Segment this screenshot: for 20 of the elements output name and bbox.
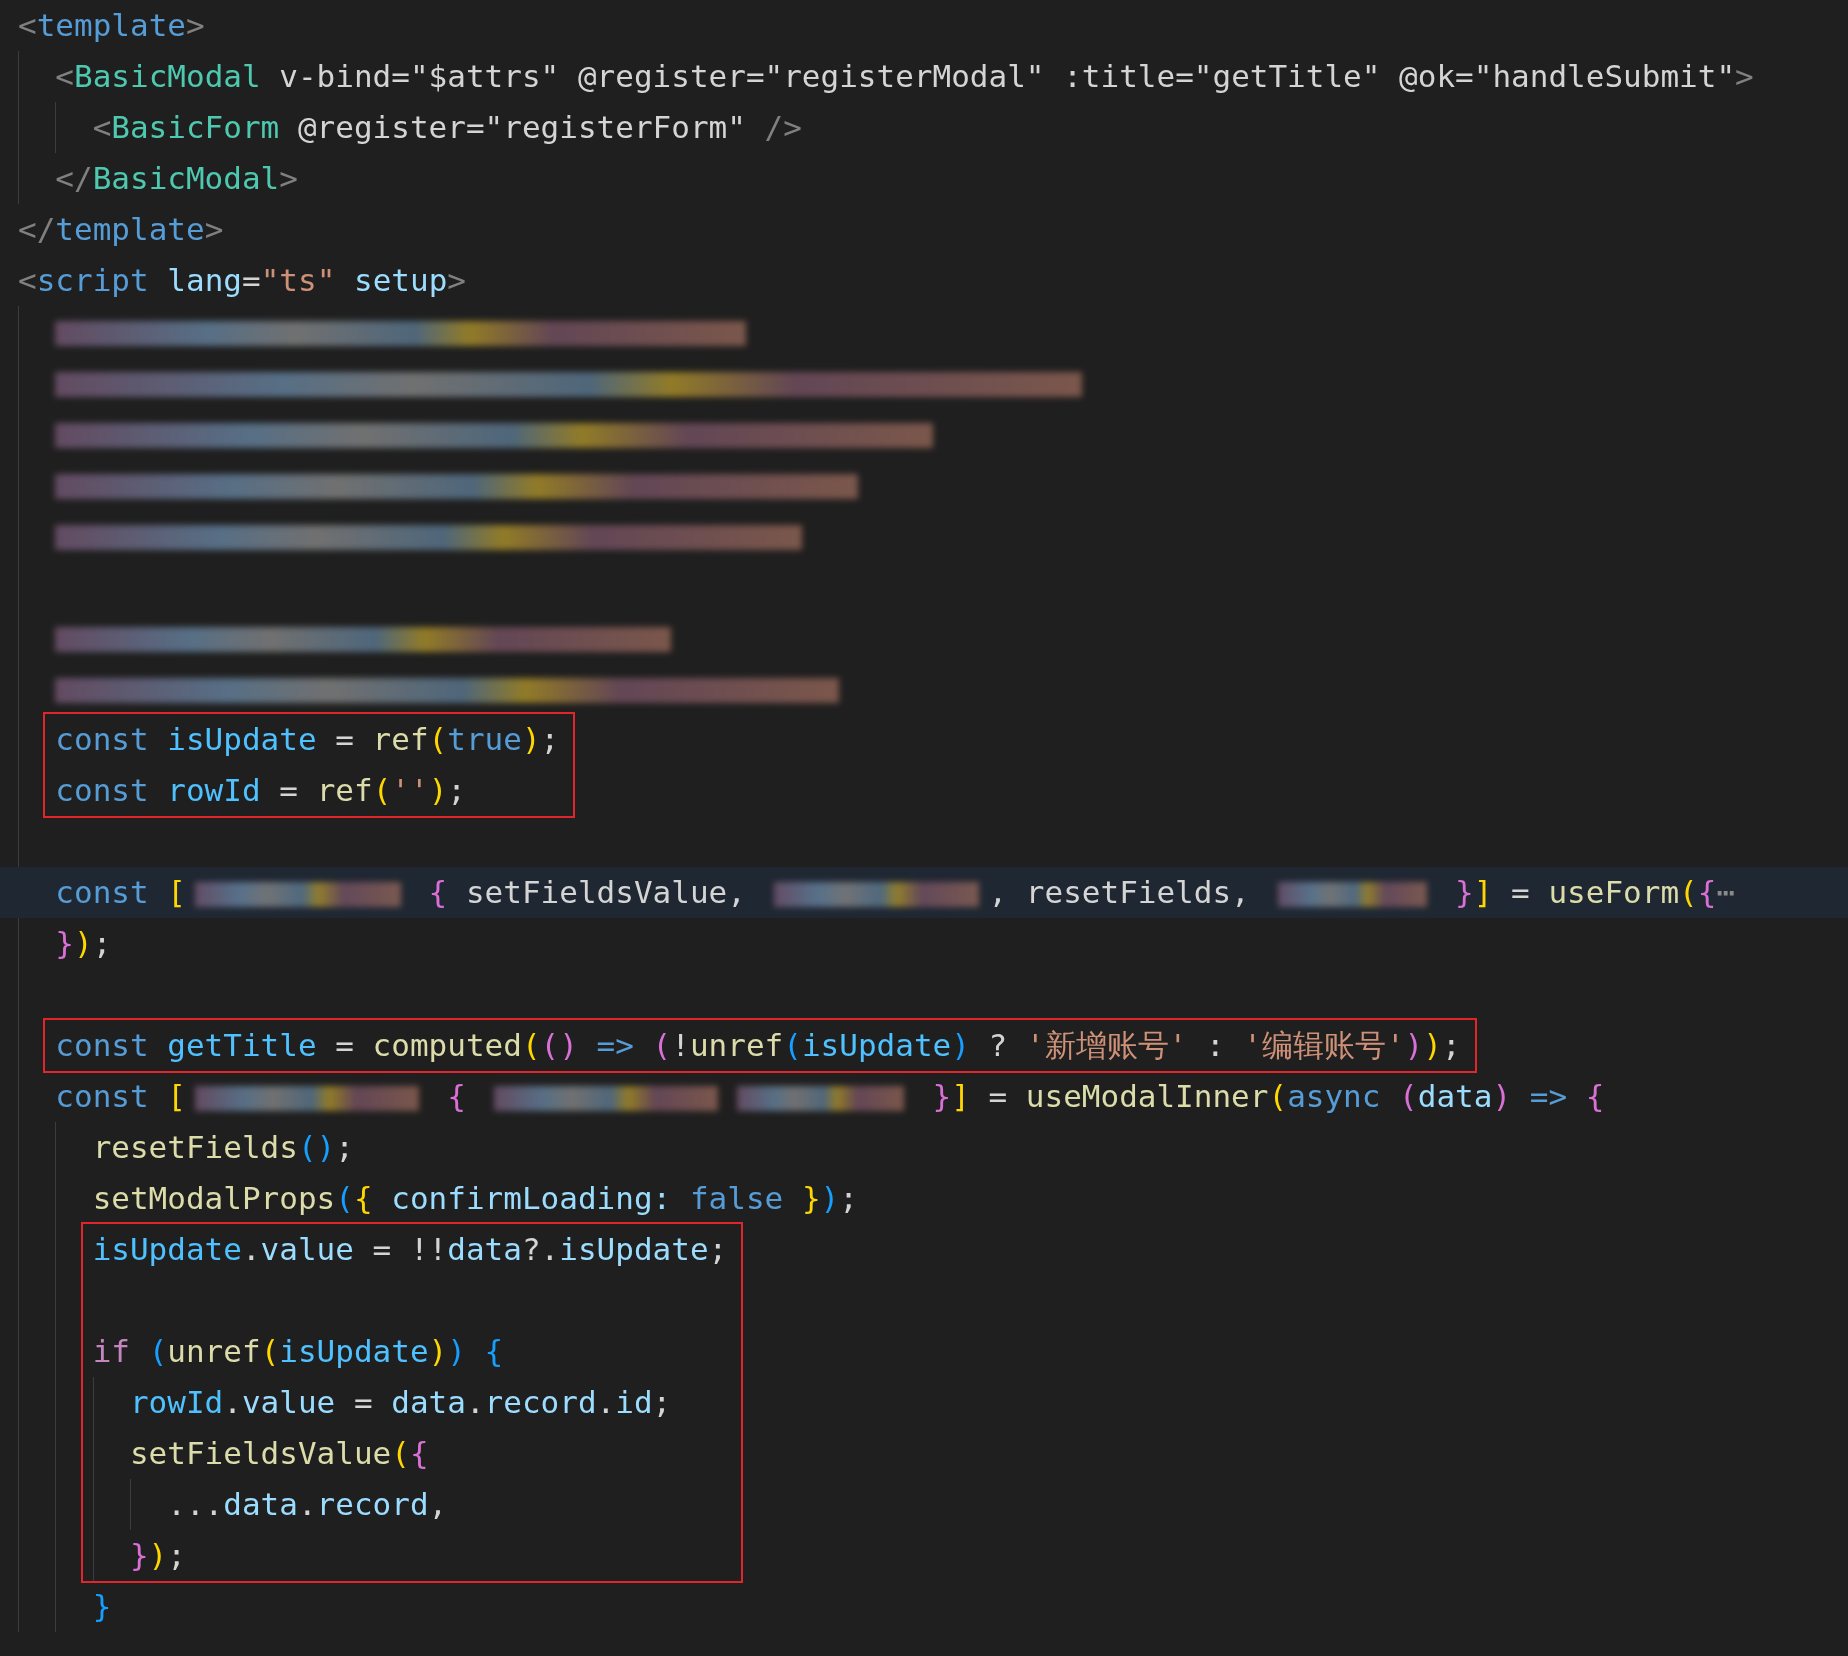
- code-line: isUpdate.value = !!data?.isUpdate;: [92, 1230, 728, 1269]
- code-line: const getTitle = computed(() => (!unref(isUpdate) ? '新增账号' : '编辑账号'));: [55, 1026, 1461, 1065]
- code-line: const [ { }] = useModalInner(async (data) => {: [55, 1077, 1606, 1116]
- code-line: <BasicModal v-bind="$attrs" @register="registerModal" :title="getTitle" @ok="handleSubmit">: [55, 57, 1755, 96]
- code-line: ...data.record,: [167, 1485, 449, 1524]
- code-line: </template>: [18, 210, 225, 249]
- code-line: }: [92, 1587, 113, 1626]
- code-line: resetFields();: [92, 1128, 355, 1167]
- code-line: </BasicModal>: [55, 159, 299, 198]
- code-line: });: [129, 1536, 187, 1575]
- code-line: if (unref(isUpdate)) {: [92, 1332, 505, 1371]
- code-line: });: [55, 924, 113, 963]
- code-line: setModalProps({ confirmLoading: false });: [92, 1179, 859, 1218]
- code-line: <BasicForm @register="registerForm" />: [92, 108, 803, 147]
- code-line: <script lang="ts" setup>: [18, 261, 467, 300]
- code-line: const rowId = ref('');: [55, 771, 467, 810]
- code-line: setFieldsValue({: [129, 1434, 430, 1473]
- code-line: <template>: [18, 6, 206, 45]
- code-line: const isUpdate = ref(true);: [55, 720, 560, 759]
- code-line: rowId.value = data.record.id;: [129, 1383, 673, 1422]
